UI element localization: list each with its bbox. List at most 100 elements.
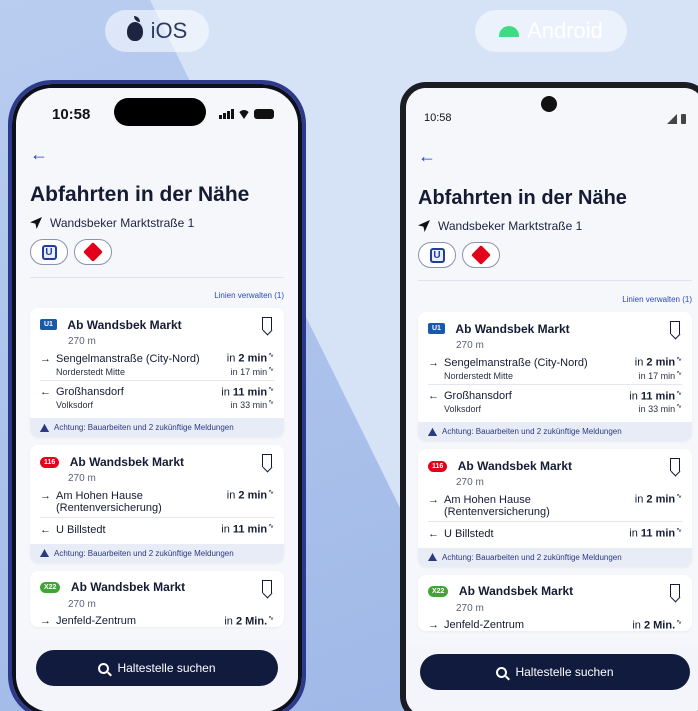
bookmark-icon[interactable]: [262, 317, 272, 330]
search-icon: [98, 662, 110, 674]
departure-destination: Am Hohen Hause (Rentenversicherung): [56, 489, 162, 514]
status-bar: 10:58: [406, 88, 698, 136]
departure-card[interactable]: 116 Ab Wandsbek Markt 270 m → Am Hohen Ha…: [30, 445, 284, 563]
departure-destination: U Billstedt: [56, 523, 106, 536]
stop-name: Ab Wandsbek Markt: [455, 321, 570, 336]
time-prefix: in: [221, 386, 230, 399]
location-row: Wandsbeker Marktstraße 1: [30, 216, 284, 230]
realtime-icon: ∿: [268, 399, 274, 407]
realtime-icon: ∿: [268, 365, 274, 373]
departure-via: Norderstedt Mitte: [56, 366, 126, 377]
android-content: ← Abfahrten in der Nähe Wandsbeker Markt…: [406, 136, 698, 632]
filter-chip-ubahn[interactable]: U: [30, 239, 68, 265]
realtime-icon: ∿: [676, 526, 682, 534]
departure-row: → Sengelmanstraße (City-Nord) in 2 min∿ N…: [418, 351, 692, 381]
time-prefix: in: [632, 619, 641, 632]
departure-time: 2 min: [238, 489, 268, 502]
departure-time: 11 min: [232, 523, 268, 536]
search-stop-button[interactable]: Haltestelle suchen: [36, 650, 278, 686]
departure-time: 2 min: [238, 352, 268, 365]
location-text: Wandsbeker Marktstraße 1: [438, 219, 583, 233]
bottom-bar: Haltestelle suchen: [406, 644, 698, 711]
departure-destination: Sengelmanstraße (City-Nord): [56, 352, 200, 365]
ios-label-pill: iOS: [105, 10, 209, 52]
bookmark-icon[interactable]: [670, 458, 680, 472]
departure-card[interactable]: X22 Ab Wandsbek Markt 270 m → Jenfeld-Zen…: [418, 574, 692, 632]
realtime-icon: ∿: [676, 369, 682, 377]
filter-chip-db[interactable]: [462, 242, 500, 268]
battery-icon: [681, 114, 686, 124]
manage-lines-link[interactable]: Linien verwalten (1): [30, 291, 284, 300]
line-badge: 116: [428, 460, 448, 472]
departure-row: → Jenfeld-Zentrum in 2 Min.∿: [418, 614, 692, 632]
direction-arrow: →: [428, 619, 439, 632]
manage-lines-link[interactable]: Linien verwalten (1): [418, 295, 692, 304]
android-label-pill: Android: [475, 10, 627, 52]
search-stop-button[interactable]: Haltestelle suchen: [420, 654, 690, 690]
location-arrow-icon: [418, 220, 430, 232]
ios-label: iOS: [150, 18, 188, 43]
departure-via: Volksdorf: [56, 400, 94, 411]
departure-time: 11 min: [232, 386, 268, 399]
status-icons: [667, 114, 686, 124]
bookmark-icon[interactable]: [262, 579, 272, 593]
departure-time: 2 min: [646, 493, 676, 506]
departure-card[interactable]: 116 Ab Wandsbek Markt 270 m → Am Hohen Ha…: [418, 449, 692, 567]
departure-destination: U Billstedt: [444, 527, 494, 540]
search-button-label: Haltestelle suchen: [117, 661, 216, 675]
warning-banner[interactable]: Achtung: Bauarbeiten und 2 zukünftige Me…: [30, 418, 284, 438]
departure-row: → Am Hohen Hause (Rentenversicherung) in …: [30, 484, 284, 514]
card-header: U1 Ab Wandsbek Markt 270 m: [30, 308, 284, 347]
warning-text: Achtung: Bauarbeiten und 2 zukünftige Me…: [54, 548, 234, 558]
warning-text: Achtung: Bauarbeiten und 2 zukünftige Me…: [442, 552, 622, 562]
ios-phone: 10:58 ← Abfahrten in der Nähe Wandsbeker…: [8, 80, 306, 711]
warning-text: Achtung: Bauarbeiten und 2 zukünftige Me…: [54, 423, 234, 433]
direction-arrow: ←: [40, 523, 51, 536]
line-badge: X22: [40, 581, 61, 593]
direction-arrow: →: [40, 352, 51, 365]
direction-arrow: →: [428, 493, 439, 506]
via-time: in 33 min: [230, 400, 268, 411]
bookmark-icon[interactable]: [262, 454, 272, 468]
stop-name: Ab Wandsbek Markt: [67, 317, 182, 332]
departure-card[interactable]: U1 Ab Wandsbek Markt 270 m → Sengelmanstr…: [418, 312, 692, 442]
via-time: in 17 min: [638, 370, 676, 381]
status-icons: [219, 109, 274, 119]
card-header: 116 Ab Wandsbek Markt 270 m: [418, 449, 692, 488]
time-prefix: in: [634, 493, 644, 506]
realtime-icon: ∿: [268, 489, 274, 497]
via-time: in 33 min: [638, 404, 676, 415]
departure-row: → Sengelmanstraße (City-Nord) in 2 min∿ N…: [30, 347, 284, 377]
filter-chip-db[interactable]: [74, 239, 112, 265]
stop-distance: 270 m: [456, 340, 484, 351]
realtime-icon: ∿: [676, 389, 682, 397]
card-header: X22 Ab Wandsbek Markt 270 m: [418, 575, 692, 614]
direction-arrow: →: [40, 615, 51, 628]
back-arrow-icon[interactable]: ←: [418, 146, 692, 167]
departure-time: 2 Min.: [235, 615, 268, 628]
stop-distance: 270 m: [68, 598, 96, 610]
departure-row: ← U Billstedt in 11 min∿: [418, 522, 692, 540]
divider: [30, 277, 284, 278]
location-row: Wandsbeker Marktstraße 1: [418, 219, 692, 233]
warning-banner[interactable]: Achtung: Bauarbeiten und 2 zukünftige Me…: [418, 422, 692, 442]
back-arrow-icon[interactable]: ←: [30, 144, 284, 165]
stop-name: Ab Wandsbek Markt: [458, 584, 574, 599]
stop-name: Ab Wandsbek Markt: [70, 580, 186, 595]
android-screen: 10:58 ← Abfahrten in der Nähe Wandsbeker…: [406, 88, 698, 711]
bookmark-icon[interactable]: [670, 583, 680, 597]
warning-icon: [40, 423, 49, 432]
realtime-icon: ∿: [676, 493, 682, 501]
card-header: X22 Ab Wandsbek Markt 270 m: [30, 571, 284, 610]
filter-chip-ubahn[interactable]: U: [418, 242, 456, 268]
warning-banner[interactable]: Achtung: Bauarbeiten und 2 zukünftige Me…: [418, 547, 692, 567]
bookmark-icon[interactable]: [670, 321, 680, 334]
time-prefix: in: [226, 489, 236, 502]
departure-card[interactable]: U1 Ab Wandsbek Markt 270 m → Sengelmanstr…: [30, 308, 284, 438]
card-header: 116 Ab Wandsbek Markt 270 m: [30, 445, 284, 484]
warning-banner[interactable]: Achtung: Bauarbeiten und 2 zukünftige Me…: [30, 543, 284, 563]
departure-destination: Jenfeld-Zentrum: [444, 619, 525, 632]
via-time: in 17 min: [230, 366, 268, 377]
departure-time: 2 min: [646, 356, 676, 369]
departure-card[interactable]: X22 Ab Wandsbek Markt 270 m → Jenfeld-Zen…: [30, 570, 284, 628]
